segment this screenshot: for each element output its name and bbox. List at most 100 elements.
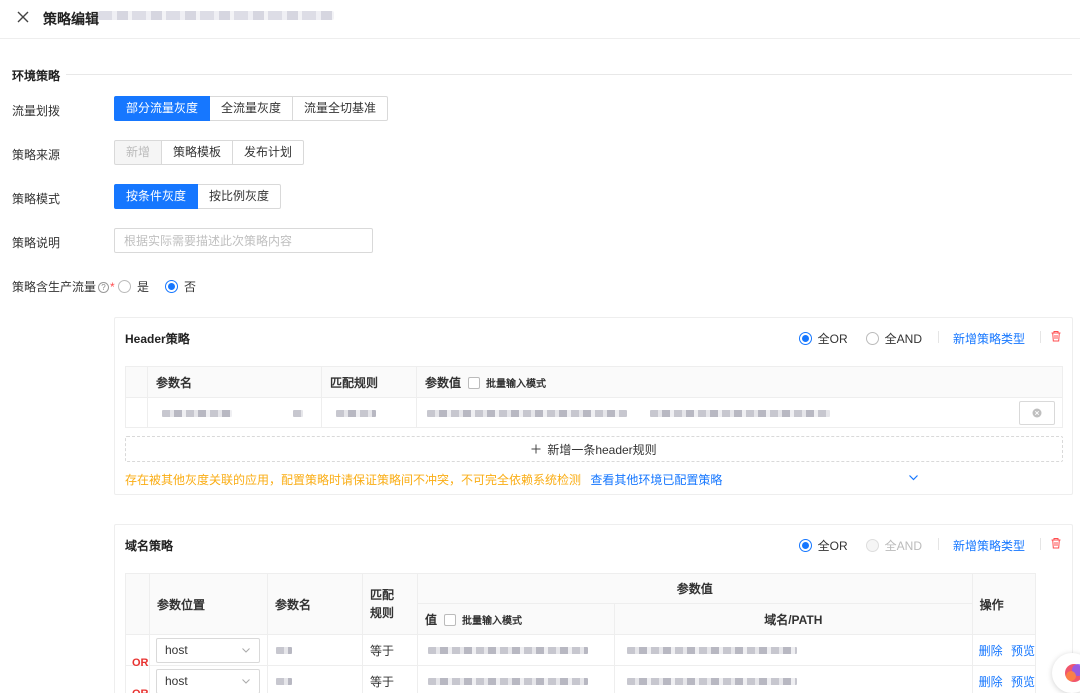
prod-radio-yes[interactable]: 是	[118, 278, 149, 295]
radio-checked-icon	[165, 280, 179, 293]
domain-add-type-link[interactable]: 新增策略类型	[953, 537, 1025, 554]
traffic-label: 流量划拨	[12, 104, 61, 118]
traffic-option-full[interactable]: 全流量灰度	[209, 96, 294, 121]
match-cell: 等于	[362, 634, 418, 666]
desc-label: 策略说明	[12, 236, 61, 250]
close-icon[interactable]	[15, 9, 31, 25]
divider	[1040, 331, 1041, 343]
plus-icon	[531, 444, 541, 454]
delete-link[interactable]: 删除	[979, 644, 1003, 658]
or-tag: OR	[132, 657, 149, 669]
trash-icon[interactable]	[1050, 537, 1062, 549]
param-value-cell[interactable]	[416, 397, 1063, 428]
col-param-position: 参数位置	[149, 573, 268, 635]
prod-radio-group: 是 否	[118, 278, 196, 295]
param-name-cell[interactable]	[267, 665, 363, 693]
view-other-env-link[interactable]: 查看其他环境已配置策略	[590, 473, 722, 487]
col-param-name: 参数名	[147, 366, 322, 398]
trash-icon[interactable]	[1050, 330, 1062, 342]
domain-path-cell[interactable]	[614, 634, 973, 666]
param-value-label: 参数值	[425, 375, 462, 390]
operation-cell: 删除 预览	[971, 665, 1037, 693]
header-radio-and[interactable]: 全AND	[865, 330, 922, 347]
prod-no-label: 否	[184, 280, 197, 294]
domain-rule-table: 参数位置 参数名 匹配规则 参数值 操作 值 批量输入模式 域名/PATH hos…	[125, 573, 1037, 693]
position-select[interactable]: host	[156, 668, 260, 693]
position-value: host	[165, 643, 188, 657]
source-option-plan[interactable]: 发布计划	[232, 140, 305, 165]
clear-button[interactable]	[1019, 401, 1055, 425]
value-cell[interactable]	[417, 634, 615, 666]
header-policy-head: Header策略 全OR 全AND 新增策略类型	[115, 318, 1072, 356]
bulk-mode-checkbox[interactable]	[468, 377, 481, 390]
match-rule-cell[interactable]	[321, 397, 417, 428]
add-header-rule-label: 新增一条header规则	[547, 442, 657, 457]
radio-circle-icon	[118, 280, 131, 293]
param-name-cell[interactable]	[147, 397, 322, 428]
col-param-value: 参数值	[417, 573, 973, 604]
chevron-down-icon[interactable]	[908, 472, 919, 483]
source-option-template[interactable]: 策略模板	[161, 140, 234, 165]
operation-cell: 删除 预览	[971, 634, 1037, 666]
position-cell: host	[149, 665, 268, 693]
clear-icon	[1032, 408, 1042, 418]
add-header-rule-button[interactable]: 新增一条header规则	[125, 436, 1063, 462]
top-bar: 策略编辑	[0, 0, 1080, 39]
domain-radio-or[interactable]: 全OR	[798, 537, 848, 554]
source-segmented: 新增 策略模板 发布计划	[114, 140, 305, 165]
bulk-mode-checkbox[interactable]	[444, 614, 457, 627]
mode-option-condition[interactable]: 按条件灰度	[114, 184, 199, 209]
traffic-segmented: 部分流量灰度 全流量灰度 流量全切基准	[114, 96, 389, 121]
chevron-down-icon	[242, 679, 250, 684]
desc-input[interactable]	[114, 228, 373, 253]
mode-option-ratio[interactable]: 按比例灰度	[197, 184, 282, 209]
source-option-new[interactable]: 新增	[114, 140, 163, 165]
header-or-label: 全OR	[817, 332, 848, 346]
prod-label-row: 策略含生产流量? *	[12, 278, 115, 295]
param-name-cell[interactable]	[267, 634, 363, 666]
preview-link[interactable]: 预览	[1011, 644, 1035, 658]
section-title: 环境策略	[12, 69, 61, 83]
preview-link[interactable]: 预览	[1011, 675, 1035, 689]
table-row: host 等于 删除 预览	[125, 634, 1037, 666]
redacted-subtitle	[98, 11, 334, 20]
table-row	[125, 397, 1063, 428]
domain-policy-logic: 全OR 全AND	[798, 537, 922, 554]
match-cell: 等于	[362, 665, 418, 693]
header-policy-card: Header策略 全OR 全AND 新增策略类型 参数名 匹配规则 参数值 批量输…	[114, 317, 1073, 495]
domain-or-label: 全OR	[817, 539, 848, 553]
divider	[1040, 538, 1041, 550]
header-rule-table: 参数名 匹配规则 参数值 批量输入模式	[125, 366, 1063, 428]
position-cell: host	[149, 634, 268, 666]
value-label: 值	[425, 612, 438, 627]
match-rule-label: 匹配规则	[370, 588, 395, 620]
traffic-option-partial[interactable]: 部分流量灰度	[114, 96, 211, 121]
value-cell[interactable]	[417, 665, 615, 693]
col-operation: 操作	[971, 573, 1037, 635]
prod-radio-no[interactable]: 否	[165, 278, 196, 295]
domain-path-cell[interactable]	[614, 665, 973, 693]
page-title: 策略编辑	[43, 11, 99, 27]
col-param-value: 参数值 批量输入模式	[416, 366, 1063, 398]
mode-label: 策略模式	[12, 192, 61, 206]
mode-segmented: 按条件灰度 按比例灰度	[114, 184, 282, 209]
delete-link[interactable]: 删除	[979, 675, 1003, 689]
traffic-option-baseline[interactable]: 流量全切基准	[292, 96, 389, 121]
chevron-down-icon	[242, 648, 250, 653]
header-radio-or[interactable]: 全OR	[798, 330, 848, 347]
bulk-mode-label: 批量输入模式	[486, 378, 547, 390]
position-select[interactable]: host	[156, 637, 260, 663]
col-param-name: 参数名	[267, 573, 363, 635]
radio-circle-icon	[865, 332, 879, 345]
radio-disabled-icon	[865, 539, 879, 552]
header-add-type-link[interactable]: 新增策略类型	[953, 330, 1025, 347]
table-row: host 等于 删除 预览	[125, 665, 1037, 693]
domain-policy-title: 域名策略	[125, 539, 174, 553]
bulk-mode-label: 批量输入模式	[462, 615, 523, 627]
help-icon[interactable]: ?	[98, 282, 110, 294]
col-domain-path: 域名/PATH	[614, 603, 973, 635]
header-policy-logic: 全OR 全AND	[798, 330, 922, 347]
domain-radio-and[interactable]: 全AND	[865, 537, 922, 554]
col-match-rule: 匹配规则	[321, 366, 417, 398]
divider	[938, 538, 939, 550]
